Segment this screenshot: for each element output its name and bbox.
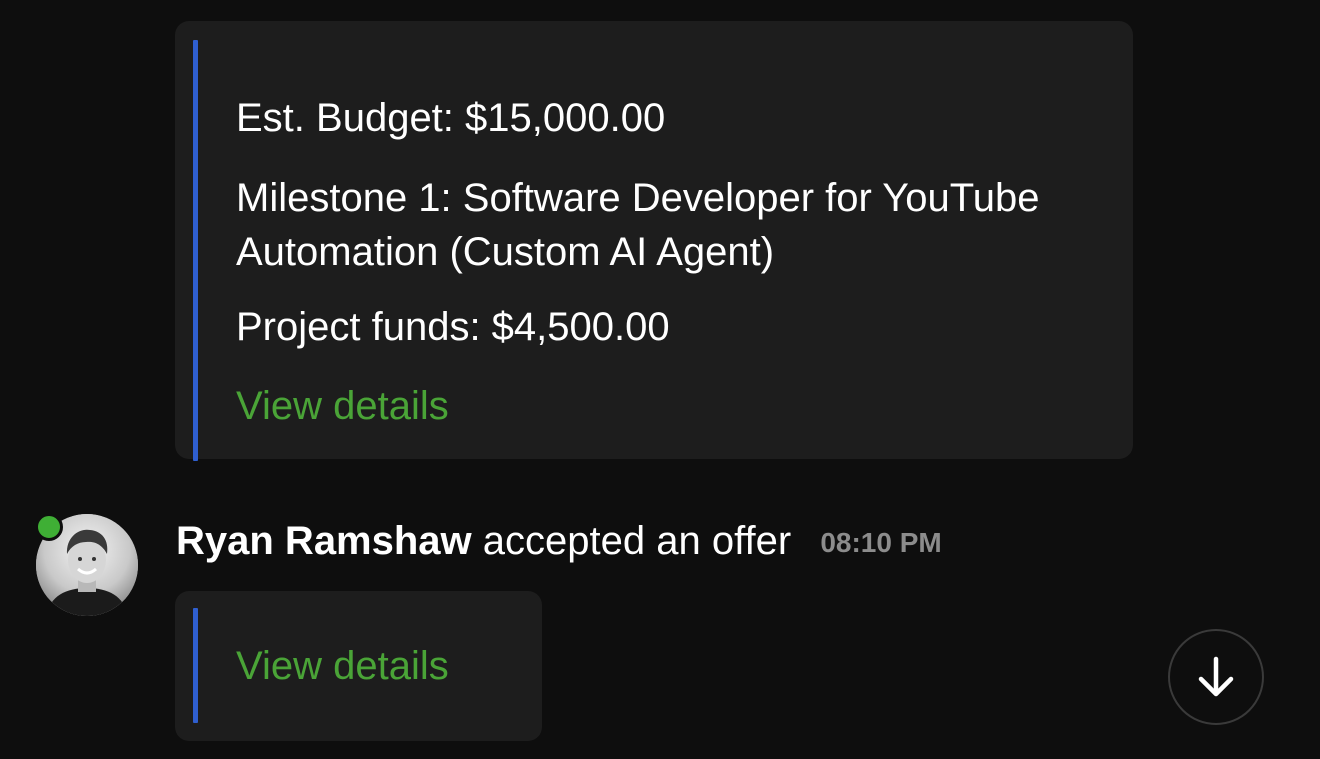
event-message: Ryan Ramshaw accepted an offer 08:10 PM	[176, 514, 942, 570]
offer-budget: Est. Budget: $15,000.00	[236, 96, 666, 140]
offer-project-funds: Project funds: $4,500.00	[236, 305, 670, 349]
arrow-down-icon	[1198, 656, 1234, 697]
scroll-to-bottom-button[interactable]	[1168, 629, 1264, 725]
accept-view-details-link[interactable]: View details	[236, 639, 449, 693]
offer-view-details-link[interactable]: View details	[236, 379, 449, 433]
event-user-name[interactable]: Ryan Ramshaw	[176, 519, 472, 563]
offer-milestone: Milestone 1: Software Developer for YouT…	[236, 176, 1040, 274]
event-action-text: accepted an offer	[482, 519, 792, 563]
event-timestamp: 08:10 PM	[820, 527, 942, 558]
accept-card: View details	[175, 591, 542, 741]
offer-accent-bar	[193, 40, 198, 461]
offer-card: Est. Budget: $15,000.00 Milestone 1: Sof…	[175, 21, 1133, 461]
user-avatar-wrapper[interactable]	[35, 513, 138, 616]
online-status-dot	[35, 513, 63, 541]
accept-accent-bar	[193, 608, 198, 723]
chat-thread: Est. Budget: $15,000.00 Milestone 1: Sof…	[0, 0, 1320, 759]
